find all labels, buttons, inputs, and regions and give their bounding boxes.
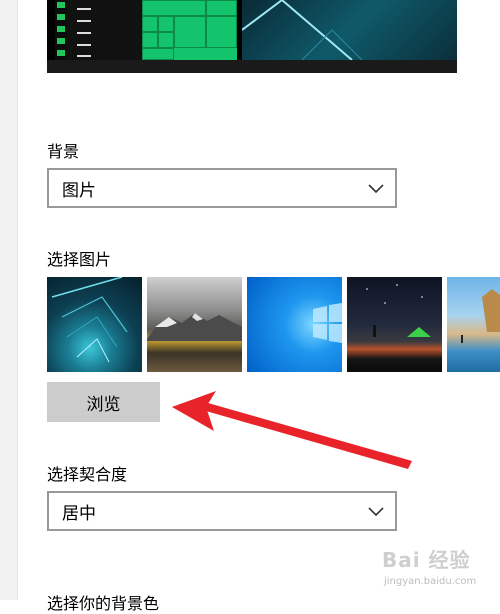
preview-tile [206,16,237,48]
background-label: 背景 [47,142,80,161]
preview-menu-line [77,8,91,10]
baidu-watermark: Bai 经验 jingyan.baidu.com [382,544,494,594]
watermark-main: Bai 经验 [382,548,471,572]
mountains-shape [147,313,242,341]
beach-thumbnail[interactable] [447,277,500,372]
preview-tile [158,32,174,48]
preview-tile [142,32,158,48]
watermark-url: jingyan.baidu.com [384,576,477,587]
tunnel-thumbnail[interactable] [47,277,142,372]
preview-wallpaper-lines [241,0,363,61]
mountains-thumbnail[interactable] [147,277,242,372]
preview-menu-line [77,32,91,34]
preview-wallpaper [241,0,457,61]
preview-tile [142,16,158,32]
night-sky-thumbnail[interactable] [347,277,442,372]
preview-taskbar [47,60,457,73]
preview-tile [142,0,206,16]
windows-thumbnail[interactable] [247,277,342,372]
preview-app-icon [57,26,65,32]
night-scene [366,284,431,337]
background-dropdown[interactable]: 图片 [47,168,397,208]
preview-menu-line [77,55,91,57]
annotation-arrow-icon [172,391,412,469]
desktop-preview [47,0,457,73]
background-dropdown-value: 图片 [62,180,96,201]
preview-tile [158,16,174,32]
browse-button[interactable]: 浏览 [47,382,160,422]
choose-fit-label: 选择契合度 [47,465,128,484]
choose-background-color-label: 选择你的背景色 [47,594,160,613]
choose-picture-label: 选择图片 [47,250,112,269]
chevron-down-icon [368,507,384,517]
preview-app-icon [57,38,65,44]
fit-dropdown[interactable]: 居中 [47,491,397,531]
preview-app-icon [57,50,65,56]
left-nav-strip [0,0,18,600]
preview-menu-line [77,44,91,46]
preview-app-icon [57,2,65,8]
preview-tile [206,0,237,16]
chevron-down-icon [368,184,384,194]
preview-menu-line [77,20,91,22]
fit-dropdown-value: 居中 [62,503,96,524]
beach-scene [461,289,500,343]
preview-tile [174,16,206,48]
tunnel-lines [51,277,128,363]
preview-tile [142,48,174,60]
preview-start-menu-rail [55,0,67,60]
preview-app-icon [57,14,65,20]
windows-logo-icon [313,303,342,343]
preview-tiles [142,0,237,60]
